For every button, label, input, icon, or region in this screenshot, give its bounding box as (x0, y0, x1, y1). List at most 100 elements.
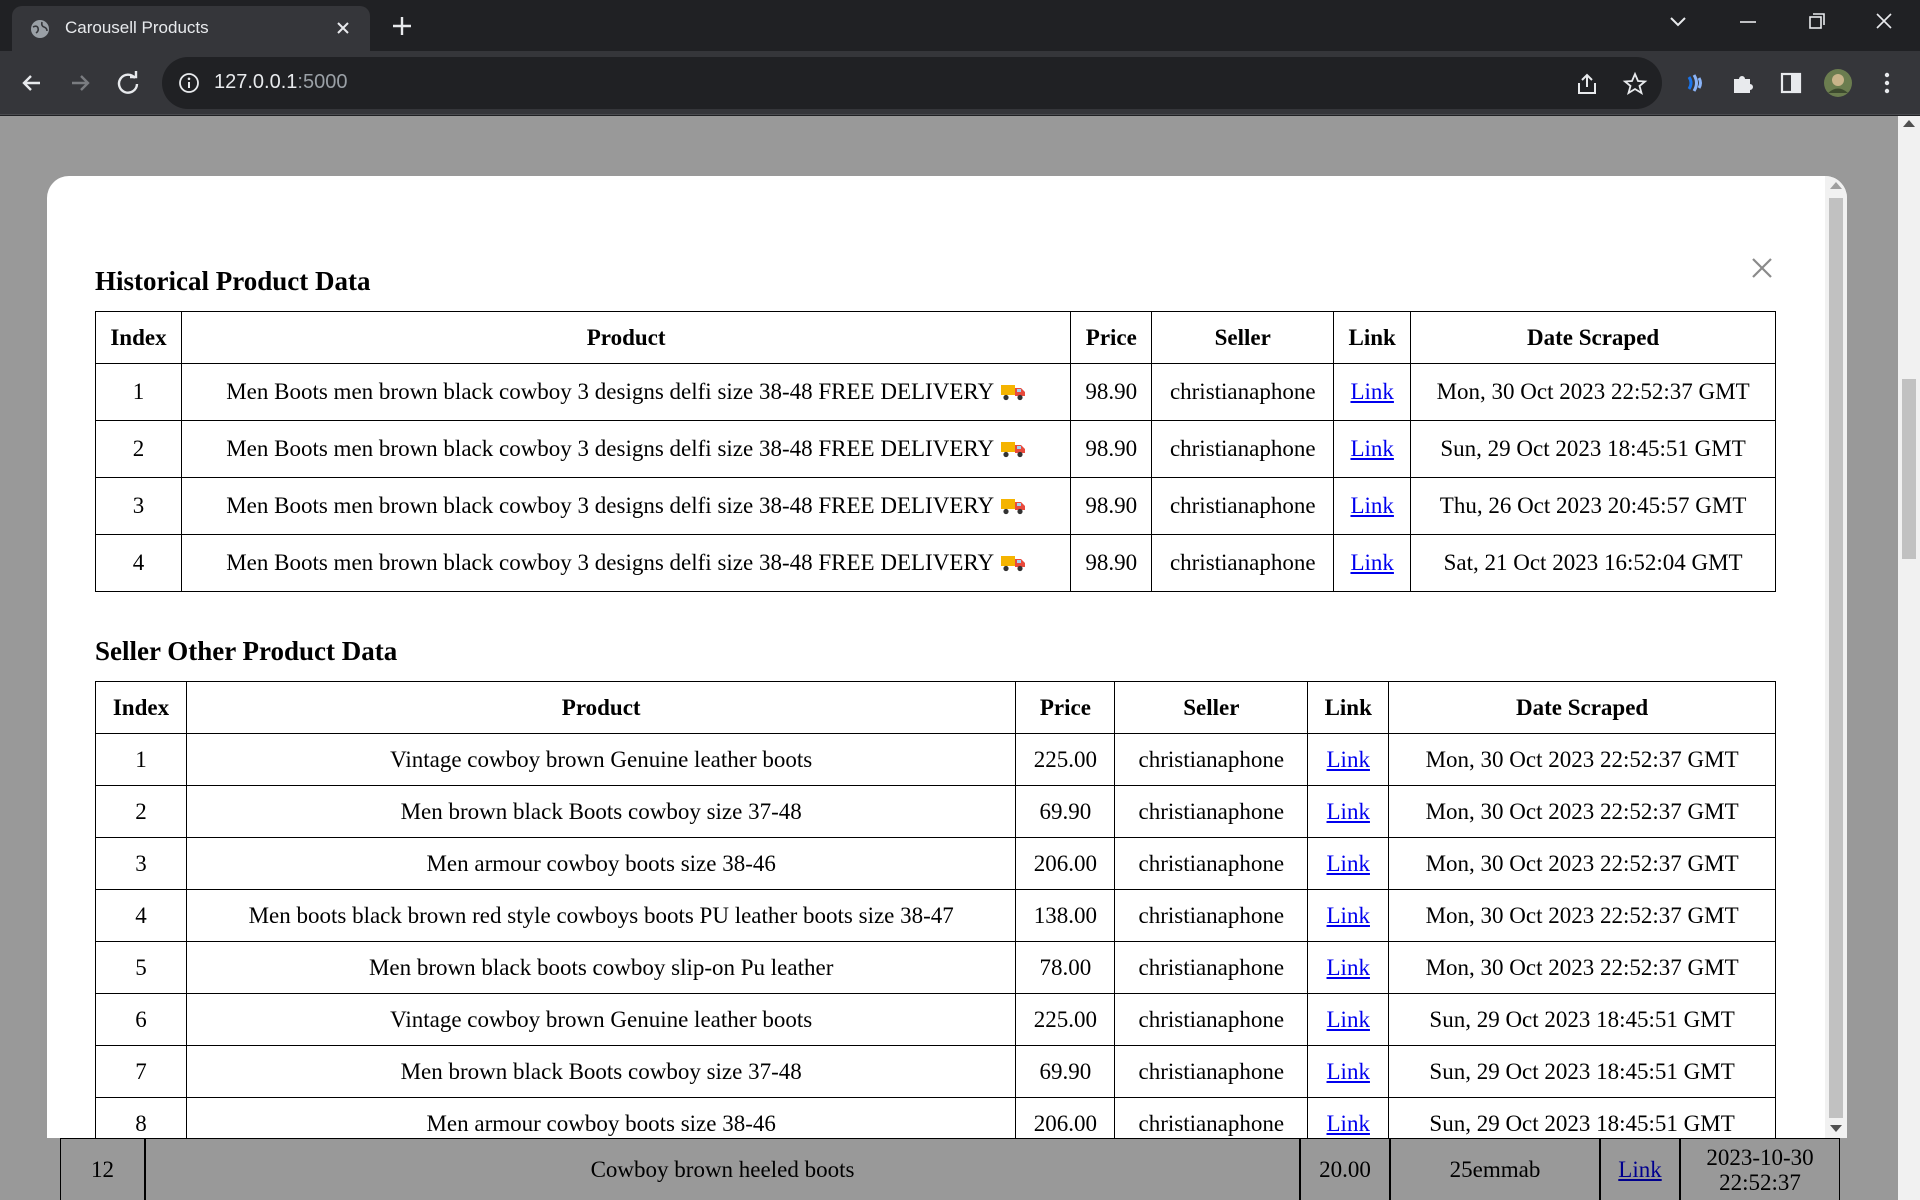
browser-toolbar: 127.0.0.1:5000 (0, 51, 1920, 115)
product-link[interactable]: Link (1350, 436, 1393, 461)
modal-scroll-down-arrow[interactable] (1830, 1125, 1842, 1132)
col-product: Product (180, 311, 1072, 364)
page-scroll-thumb[interactable] (1902, 379, 1916, 559)
cell-seller: christianaphone (1151, 534, 1335, 592)
cell-price: 69.90 (1015, 785, 1116, 838)
table-row: 2 Men brown black Boots cowboy size 37-48… (95, 785, 1776, 838)
col-date: Date Scraped (1410, 311, 1776, 364)
cell-seller: christianaphone (1114, 785, 1309, 838)
cell-product: Men boots black brown red style cowboys … (185, 889, 1017, 942)
page-viewport: 12 Cowboy brown heeled boots 20.00 25emm… (0, 116, 1920, 1200)
product-name: Men brown black Boots cowboy size 37-48 (400, 798, 802, 824)
cell-price: 98.90 (1070, 534, 1153, 592)
profile-avatar[interactable] (1823, 68, 1853, 98)
product-link[interactable]: Link (1327, 747, 1370, 772)
tab-search-icon[interactable] (1660, 8, 1696, 36)
product-link[interactable]: Link (1327, 799, 1370, 824)
product-link[interactable]: Link (1350, 379, 1393, 404)
product-link[interactable]: Link (1327, 851, 1370, 876)
product-name: Men Boots men brown black cowboy 3 desig… (226, 493, 995, 518)
modal-scroll-up-arrow[interactable] (1830, 182, 1842, 189)
product-link[interactable]: Link (1327, 955, 1370, 980)
historical-table: Index Product Price Seller Link Date Scr… (95, 311, 1776, 592)
cell-seller: christianaphone (1151, 477, 1335, 535)
address-bar[interactable]: 127.0.0.1:5000 (162, 57, 1662, 109)
table-row: 1 Vintage cowboy brown Genuine leather bo… (95, 733, 1776, 786)
close-tab-icon[interactable] (332, 17, 354, 39)
site-info-icon[interactable] (178, 72, 200, 94)
cell-link: Link (1307, 889, 1390, 942)
reload-icon[interactable] (110, 65, 146, 101)
cell-index: 3 (95, 837, 187, 890)
new-tab-icon[interactable] (386, 10, 418, 42)
close-icon[interactable] (1750, 256, 1774, 280)
globe-icon (31, 20, 49, 38)
product-link[interactable]: Link (1327, 1111, 1370, 1136)
cell-seller: christianaphone (1151, 420, 1335, 478)
cell-date-scraped: Mon, 30 Oct 2023 22:52:37 GMT (1388, 837, 1776, 890)
col-price: Price (1070, 311, 1153, 364)
historical-heading: Historical Product Data (95, 266, 371, 296)
product-history-modal: Historical Product Data Index Product Pr… (47, 176, 1847, 1138)
cell-index: 4 (95, 534, 182, 592)
cell-link: Link (1307, 993, 1390, 1046)
product-name: Men armour cowboy boots size 38-46 (426, 1110, 776, 1136)
product-link[interactable]: Link (1350, 493, 1393, 518)
cell-link: Link (1333, 420, 1412, 478)
minimize-icon[interactable] (1730, 8, 1766, 36)
cell-date-scraped: Mon, 30 Oct 2023 22:52:37 GMT (1388, 785, 1776, 838)
table-row: 4 Men boots black brown red style cowboys… (95, 889, 1776, 942)
product-name: Men armour cowboy boots size 38-46 (426, 850, 776, 876)
cell-product: Men Boots men brown black cowboy 3 desig… (180, 534, 1072, 592)
cell-seller: christianaphone (1151, 363, 1335, 421)
modal-scroll-thumb[interactable] (1829, 198, 1843, 1118)
close-window-icon[interactable] (1866, 8, 1902, 36)
cell-price: 225.00 (1015, 993, 1116, 1046)
table-row: 3 Men Boots men brown black cowboy 3 desi… (95, 477, 1776, 535)
product-link[interactable]: Link (1327, 1007, 1370, 1032)
page-scroll-up-arrow[interactable] (1903, 120, 1915, 127)
cell-product: Men brown black boots cowboy slip-on Pu … (185, 941, 1017, 994)
extension-icon[interactable] (1680, 68, 1710, 98)
cell-price: 78.00 (1015, 941, 1116, 994)
historical-header-row: Index Product Price Seller Link Date Scr… (95, 311, 1776, 364)
tab-title: Carousell Products (65, 18, 209, 37)
col-link: Link (1333, 311, 1412, 364)
table-row: 2 Men Boots men brown black cowboy 3 desi… (95, 420, 1776, 478)
side-panel-icon[interactable] (1776, 68, 1806, 98)
col-product: Product (185, 681, 1017, 734)
cell-date-scraped: Sat, 21 Oct 2023 16:52:04 GMT (1410, 534, 1776, 592)
share-icon[interactable] (1574, 71, 1600, 97)
col-price: Price (1015, 681, 1116, 734)
delivery-truck-icon (1001, 442, 1026, 458)
product-link[interactable]: Link (1350, 550, 1393, 575)
cell-price: 98.90 (1070, 420, 1153, 478)
forward-icon[interactable] (62, 65, 98, 101)
page-scrollbar[interactable] (1898, 116, 1920, 1200)
restore-icon[interactable] (1798, 8, 1834, 36)
bookmark-star-icon[interactable] (1622, 71, 1648, 97)
product-link[interactable]: Link (1327, 1059, 1370, 1084)
table-row: 7 Men brown black Boots cowboy size 37-48… (95, 1045, 1776, 1098)
back-icon[interactable] (14, 65, 50, 101)
tab-carousell-products[interactable]: Carousell Products (12, 6, 370, 51)
cell-link: Link (1307, 733, 1390, 786)
product-link[interactable]: Link (1327, 903, 1370, 928)
seller-other-table: Index Product Price Seller Link Date Scr… (95, 681, 1776, 1138)
cell-product: Men Boots men brown black cowboy 3 desig… (180, 420, 1072, 478)
url-text: 127.0.0.1:5000 (214, 71, 347, 94)
cell-price: 138.00 (1015, 889, 1116, 942)
extensions-puzzle-icon[interactable] (1728, 68, 1758, 98)
menu-kebab-icon[interactable] (1872, 68, 1902, 98)
cell-link: Link (1307, 1045, 1390, 1098)
product-name: Men Boots men brown black cowboy 3 desig… (226, 550, 995, 575)
product-name: Men brown black boots cowboy slip-on Pu … (368, 954, 834, 980)
table-row: 4 Men Boots men brown black cowboy 3 desi… (95, 534, 1776, 592)
cell-index: 7 (95, 1045, 187, 1098)
cell-product: Men brown black Boots cowboy size 37-48 (185, 785, 1017, 838)
modal-scrollbar[interactable] (1825, 176, 1847, 1138)
url-port: :5000 (297, 71, 348, 93)
cell-product: Vintage cowboy brown Genuine leather boo… (185, 733, 1017, 786)
seller-other-heading: Seller Other Product Data (95, 636, 398, 666)
product-name: Men boots black brown red style cowboys … (248, 902, 954, 928)
